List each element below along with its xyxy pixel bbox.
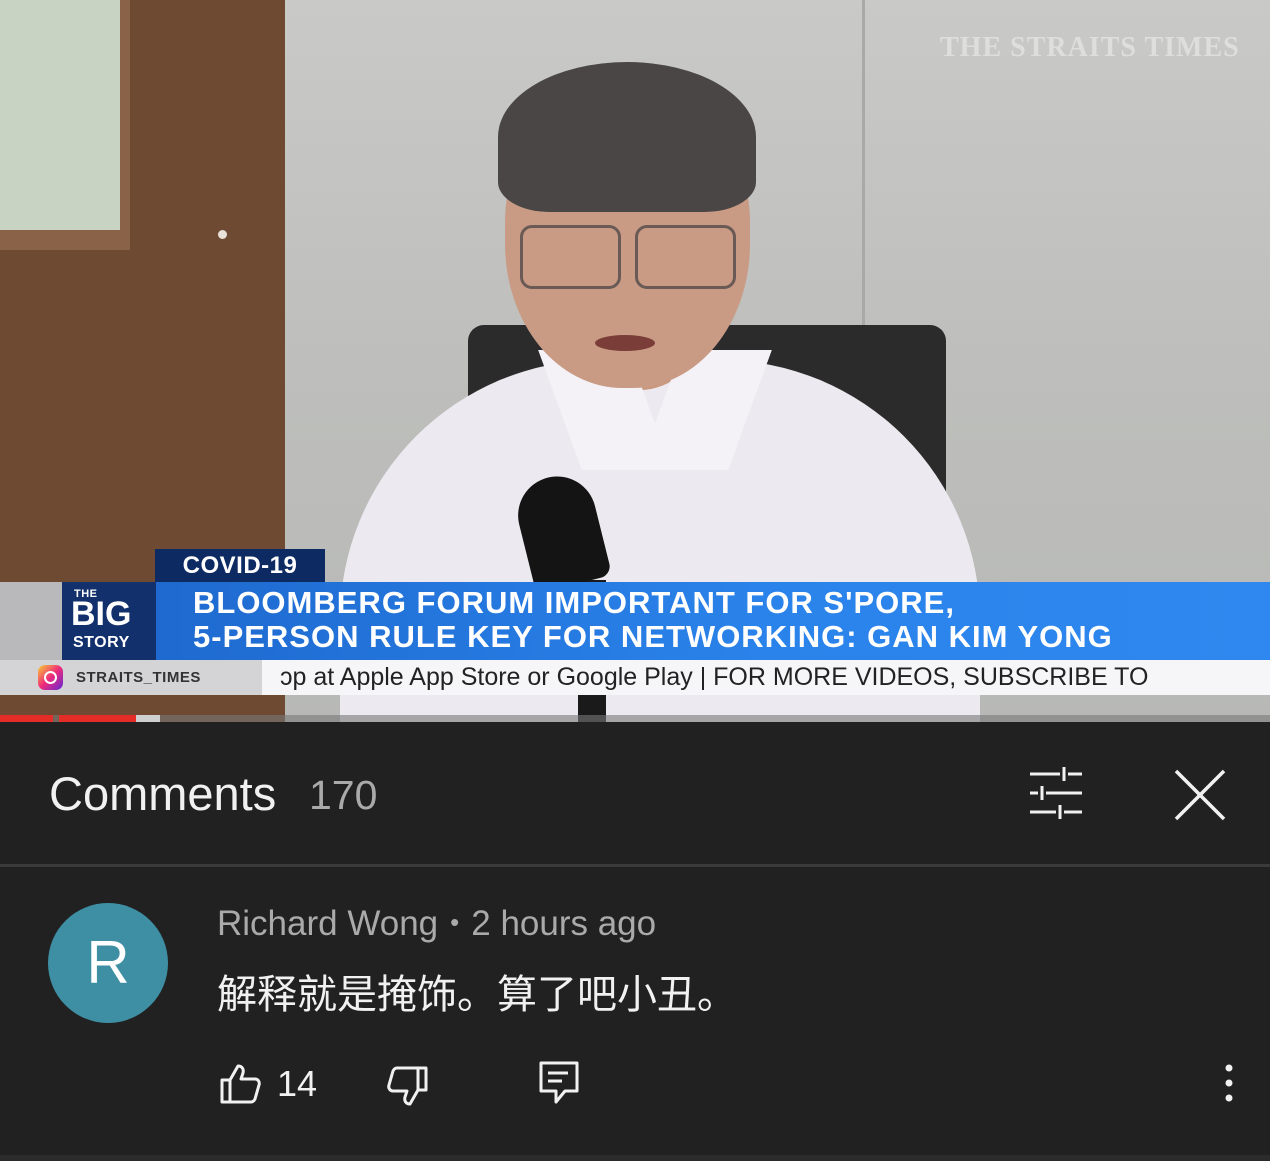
- ticker-text: ɔp at Apple App Store or Google Play | F…: [280, 663, 1149, 691]
- thumbs-up-icon[interactable]: [218, 1062, 262, 1106]
- progress-buffered: [136, 715, 160, 722]
- comment-text: 解释就是掩饰。算了吧小丑。: [217, 973, 737, 1017]
- big-story-logo: THE BIG STORY: [62, 582, 156, 660]
- close-icon[interactable]: [1170, 765, 1230, 825]
- reply-icon[interactable]: [538, 1060, 580, 1106]
- more-vertical-icon[interactable]: [1219, 1062, 1239, 1106]
- like-count: 14: [277, 1063, 318, 1104]
- thumbs-down-icon[interactable]: [386, 1064, 430, 1108]
- instagram-handle: STRAITS_TIMES: [76, 669, 201, 686]
- comment-author[interactable]: Richard Wong: [217, 904, 438, 943]
- video-progress-bar[interactable]: [0, 715, 1270, 722]
- video-player[interactable]: THE STRAITS TIMES COVID-19 THE BIG STORY…: [0, 0, 1270, 722]
- lower-third-tag: COVID-19: [155, 549, 325, 582]
- header-divider: [0, 864, 1270, 867]
- comments-count: 170: [309, 772, 378, 818]
- filter-icon[interactable]: [1024, 765, 1088, 821]
- comment-meta: Richard Wong • 2 hours ago: [217, 904, 657, 943]
- comments-title: Comments: [49, 767, 277, 820]
- video-watermark: THE STRAITS TIMES: [940, 32, 1240, 63]
- lower-third-headline: BLOOMBERG FORUM IMPORTANT FOR S'PORE, 5-…: [193, 585, 1113, 654]
- avatar[interactable]: R: [48, 903, 168, 1023]
- instagram-icon: [38, 665, 63, 690]
- comment-time: 2 hours ago: [471, 904, 657, 943]
- progress-played: [59, 715, 136, 722]
